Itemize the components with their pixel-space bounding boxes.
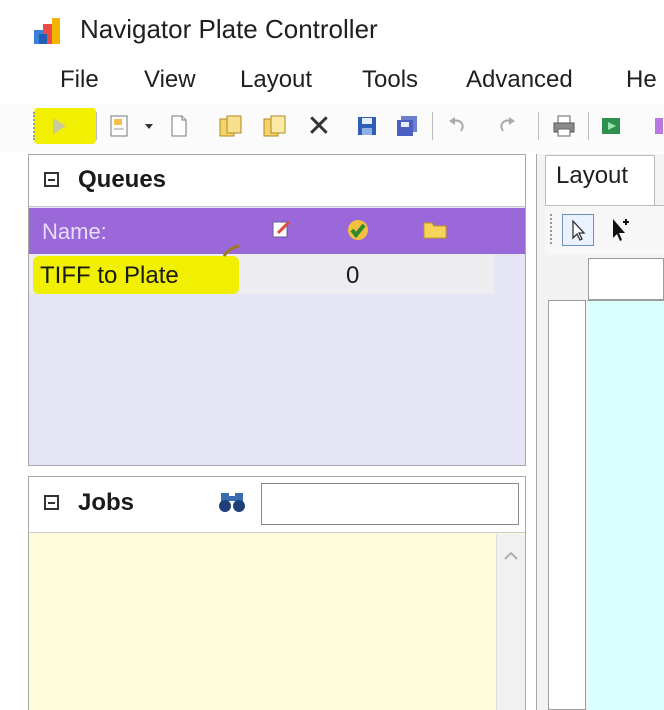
export-icon[interactable] (596, 110, 628, 142)
check-icon[interactable] (346, 218, 370, 242)
jobs-search-input[interactable] (261, 483, 519, 525)
column-name-header[interactable]: Name: (42, 219, 107, 245)
binoculars-icon[interactable] (218, 490, 246, 514)
layout-toolbar-grip (550, 214, 555, 244)
vertical-ruler (548, 300, 586, 710)
layout-canvas[interactable] (587, 300, 664, 710)
duplicate-icon[interactable] (260, 110, 290, 142)
blank-page-icon[interactable] (164, 110, 194, 142)
tab-layout-label: Layout (556, 162, 629, 189)
menu-view[interactable]: View (144, 66, 196, 94)
queues-title: Queues (78, 166, 167, 193)
select-arrow-icon[interactable] (562, 214, 594, 246)
jobs-scrollbar[interactable] (496, 534, 525, 710)
toolbar-grip (33, 112, 38, 140)
new-document-icon[interactable] (104, 110, 134, 142)
menu-tools[interactable]: Tools (362, 66, 418, 94)
toolbar-overflow-icon[interactable] (652, 110, 664, 142)
menu-layout[interactable]: Layout (240, 66, 312, 94)
highlight-stroke (222, 244, 240, 258)
undo-icon[interactable] (444, 110, 470, 142)
queue-name[interactable]: TIFF to Plate (40, 262, 179, 290)
delete-icon[interactable]: ✕ (304, 110, 334, 143)
queue-count: 0 (346, 262, 360, 289)
window-title: Navigator Plate Controller (80, 14, 378, 44)
toolbar-separator (538, 112, 539, 140)
edit-icon[interactable] (270, 218, 292, 240)
folder-icon[interactable] (422, 218, 448, 240)
menu-advanced[interactable]: Advanced (466, 66, 573, 94)
redo-icon[interactable] (494, 110, 520, 142)
copy-pages-icon[interactable] (216, 110, 246, 142)
toolbar-separator (432, 112, 433, 140)
save-all-icon[interactable] (392, 110, 422, 142)
jobs-collapse-icon[interactable] (44, 495, 59, 510)
save-icon[interactable] (352, 110, 382, 142)
queues-collapse-icon[interactable] (44, 172, 59, 187)
horizontal-ruler (588, 258, 664, 300)
print-icon[interactable] (548, 110, 580, 142)
jobs-title: Jobs (78, 489, 135, 516)
play-icon[interactable] (44, 110, 74, 142)
toolbar-separator (588, 112, 589, 140)
app-logo-icon (34, 18, 60, 44)
toolbar-separator (96, 112, 97, 140)
menu-help[interactable]: He (626, 66, 657, 94)
menu-file[interactable]: File (60, 66, 99, 94)
add-pointer-icon[interactable] (604, 214, 636, 246)
dropdown-arrow-icon[interactable] (140, 110, 158, 142)
